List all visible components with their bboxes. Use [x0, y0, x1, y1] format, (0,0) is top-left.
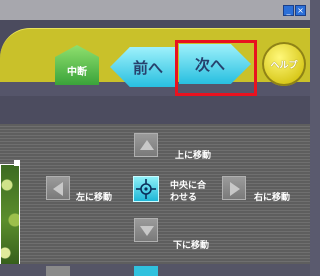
selection-handle[interactable]: [14, 160, 20, 166]
stop-button[interactable]: 中断: [55, 45, 99, 85]
help-label: ヘルプ: [270, 61, 298, 71]
arrow-up-icon: [140, 140, 154, 150]
arrow-down-icon: [140, 226, 154, 236]
arrow-right-icon: [230, 182, 240, 196]
move-panel-header: [0, 96, 310, 124]
move-right-button[interactable]: [222, 176, 246, 200]
move-down-label: 下に移動: [173, 241, 210, 251]
arrow-left-icon: [53, 182, 63, 196]
crosshair-icon: [136, 179, 156, 199]
move-left-label: 左に移動: [76, 193, 113, 203]
minimize-button[interactable]: _: [283, 5, 294, 16]
close-button[interactable]: ×: [295, 5, 306, 16]
prev-button[interactable]: 前へ: [110, 47, 176, 87]
photo-thumbnail: [0, 164, 20, 276]
prev-label: 前へ: [132, 59, 163, 77]
stop-label: 中断: [67, 67, 87, 78]
center-label-line2: わせる: [170, 193, 198, 203]
partial-gray-button[interactable]: [46, 266, 70, 276]
move-down-button[interactable]: [134, 218, 158, 242]
move-left-button[interactable]: [46, 176, 70, 200]
move-up-button[interactable]: [134, 133, 158, 157]
next-button-highlight: [175, 40, 257, 96]
partial-cyan-button[interactable]: [134, 266, 158, 276]
center-button[interactable]: [133, 176, 159, 202]
move-up-label: 上に移動: [175, 151, 212, 161]
help-button[interactable]: ヘルプ: [262, 42, 306, 86]
move-right-label: 右に移動: [254, 193, 291, 203]
title-bar: [0, 0, 310, 20]
